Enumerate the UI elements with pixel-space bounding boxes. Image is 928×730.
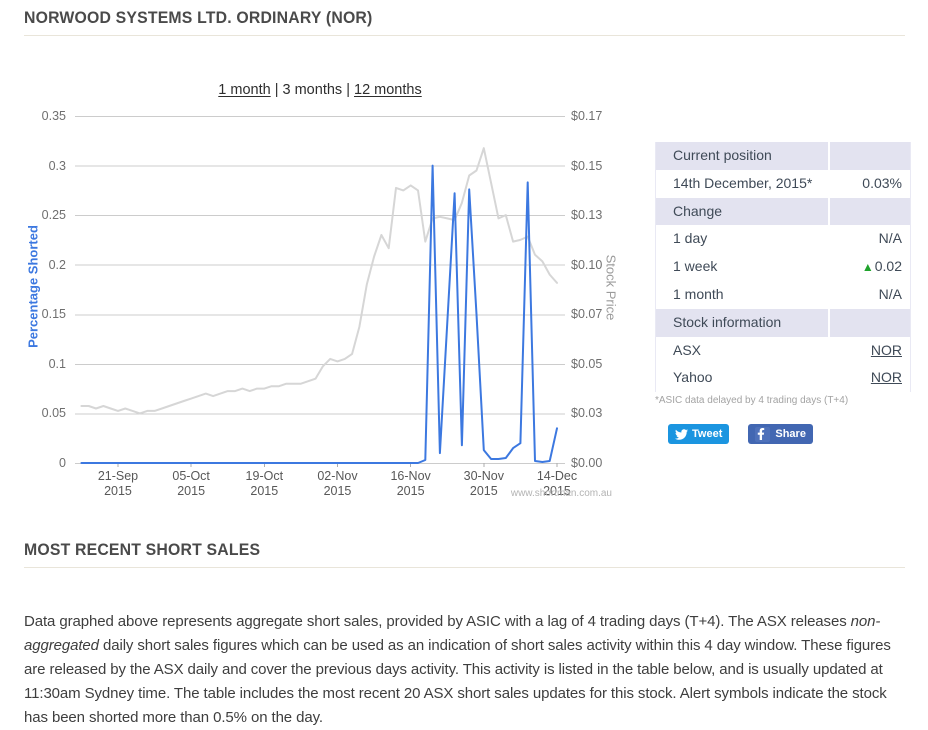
row-label: 14th December, 2015*: [656, 170, 828, 198]
plot-area: [75, 116, 565, 468]
row-label: 1 week: [656, 253, 828, 281]
period-link-12-months[interactable]: 12 months: [354, 82, 422, 98]
up-triangle-icon: ▲: [862, 260, 874, 274]
x-axis-label-year: 2015: [229, 484, 299, 499]
section-title-most-recent-short-sales: MOST RECENT SHORT SALES: [24, 540, 905, 568]
x-axis-label: 21-Sep2015: [83, 469, 153, 499]
table-row: 1 week▲0.02: [656, 253, 910, 281]
page-title-text: NORWOOD SYSTEMS LTD. ORDINARY (NOR): [24, 8, 372, 28]
table-header-row: Stock information: [656, 309, 910, 337]
y-axis-label-right: $0.13: [571, 207, 631, 223]
y-axis-label-left: 0.05: [20, 405, 66, 421]
y-axis-label-left: 0.15: [20, 306, 66, 322]
y-axis-label-right: $0.05: [571, 356, 631, 372]
table-row: Yahoo NOR: [656, 364, 910, 392]
x-axis-label-date: 16-Nov: [376, 469, 446, 484]
row-value: N/A: [830, 281, 910, 309]
section-title-text: MOST RECENT SHORT SALES: [24, 540, 260, 560]
facebook-f-icon: [755, 427, 770, 442]
x-axis-label: 05-Oct2015: [156, 469, 226, 499]
x-axis-label-date: 05-Oct: [156, 469, 226, 484]
tweet-button-label: Tweet: [692, 428, 722, 440]
table-row: ASX NOR: [656, 337, 910, 365]
asx-nor-link[interactable]: NOR: [871, 342, 902, 358]
table-row: 14th December, 2015*0.03%: [656, 170, 910, 198]
x-axis-label: 19-Oct2015: [229, 469, 299, 499]
row-label: 1 day: [656, 225, 828, 253]
watermark: www.shortman.com.au: [412, 488, 612, 499]
row-value: [830, 198, 910, 226]
yahoo-nor-link[interactable]: NOR: [871, 369, 902, 385]
y-axis-label-left: 0.25: [20, 207, 66, 223]
x-axis-label-date: 02-Nov: [302, 469, 372, 484]
twitter-bird-icon: [675, 428, 688, 441]
stock-info-table: Current position14th December, 2015*0.03…: [655, 142, 911, 392]
row-label: Stock information: [656, 309, 828, 337]
x-axis-label-year: 2015: [302, 484, 372, 499]
y-axis-label-right: $0.10: [571, 257, 631, 273]
row-label: ASX: [656, 337, 828, 365]
description-part1: Data graphed above represents aggregate …: [24, 613, 851, 630]
y-axis-label-right: $0.03: [571, 405, 631, 421]
chart-period-selector: 1 month | 3 months | 12 months: [75, 82, 565, 98]
table-row: 1 monthN/A: [656, 281, 910, 309]
table-header-row: Current position: [656, 142, 910, 170]
shorted-line: [81, 166, 557, 463]
row-value: [830, 309, 910, 337]
y-axis-label-left: 0.1: [20, 356, 66, 372]
row-value: N/A: [830, 225, 910, 253]
row-label: Change: [656, 198, 828, 226]
tweet-button[interactable]: Tweet: [668, 424, 729, 444]
x-axis-label-date: 21-Sep: [83, 469, 153, 484]
x-axis-label-date: 14-Dec: [522, 469, 592, 484]
y-axis-label-right: $0.07: [571, 306, 631, 322]
y-axis-label-left: 0.2: [20, 257, 66, 273]
description-paragraph: Data graphed above represents aggregate …: [24, 610, 905, 730]
share-button-label: Share: [775, 428, 806, 440]
period-link-3-months: 3 months: [283, 82, 343, 98]
x-axis-label-year: 2015: [156, 484, 226, 499]
row-value: 0.03%: [830, 170, 910, 198]
row-value: NOR: [830, 337, 910, 365]
x-axis-label-date: 19-Oct: [229, 469, 299, 484]
page-title: NORWOOD SYSTEMS LTD. ORDINARY (NOR): [24, 8, 905, 36]
y-axis-label-right: $0.15: [571, 158, 631, 174]
row-label: Yahoo: [656, 364, 828, 392]
row-label: 1 month: [656, 281, 828, 309]
description-part2: daily short sales figures which can be u…: [24, 637, 891, 726]
asic-footnote: *ASIC data delayed by 4 trading days (T+…: [655, 395, 848, 406]
y-axis-label-right: $0.17: [571, 108, 631, 124]
x-axis-label: 02-Nov2015: [302, 469, 372, 499]
row-value: ▲0.02: [830, 253, 910, 281]
x-axis-label-year: 2015: [83, 484, 153, 499]
row-value: NOR: [830, 364, 910, 392]
table-row: 1 dayN/A: [656, 225, 910, 253]
row-label: Current position: [656, 142, 828, 170]
y-axis-label-left: 0: [20, 455, 66, 471]
y-axis-label-left: 0.35: [20, 108, 66, 124]
period-link-1-month[interactable]: 1 month: [218, 82, 270, 98]
short-sales-chart: 1 month | 3 months | 12 months Percentag…: [20, 75, 645, 507]
social-buttons: Tweet Share: [668, 424, 813, 444]
y-axis-label-left: 0.3: [20, 158, 66, 174]
x-axis-label-date: 30-Nov: [449, 469, 519, 484]
right-axis-title: Stock Price: [604, 228, 619, 348]
table-header-row: Change: [656, 198, 910, 226]
price-line: [81, 148, 557, 413]
facebook-share-button[interactable]: Share: [748, 424, 813, 444]
row-value: [830, 142, 910, 170]
